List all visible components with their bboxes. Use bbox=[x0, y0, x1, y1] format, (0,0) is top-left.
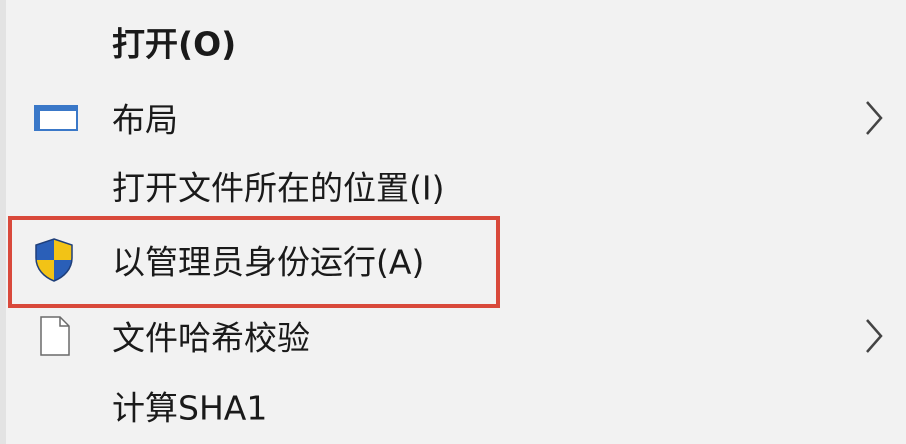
chevron-right-icon bbox=[864, 100, 884, 140]
menu-item-label: 打开(O) bbox=[112, 24, 237, 64]
uac-shield-icon bbox=[34, 238, 74, 286]
menu-item-file-hash[interactable]: 文件哈希校验 bbox=[6, 302, 906, 374]
menu-item-open-file-location[interactable]: 打开文件所在的位置(I) bbox=[6, 152, 906, 224]
context-menu: 打开(O) 布局 打开文件所在的位置(I) 以管理员身份运行(A) 文件哈希校验… bbox=[0, 0, 906, 444]
menu-item-run-as-admin[interactable]: 以管理员身份运行(A) bbox=[6, 226, 906, 298]
menu-item-compute-sha1[interactable]: 计算SHA1 bbox=[6, 372, 906, 444]
menu-item-label: 布局 bbox=[112, 100, 178, 140]
menu-item-layout[interactable]: 布局 bbox=[6, 84, 906, 156]
chevron-right-icon bbox=[864, 318, 884, 358]
file-icon bbox=[40, 316, 70, 360]
menu-item-label: 以管理员身份运行(A) bbox=[112, 242, 425, 282]
menu-item-label: 文件哈希校验 bbox=[112, 318, 310, 358]
menu-item-open[interactable]: 打开(O) bbox=[6, 8, 906, 80]
menu-item-label: 打开文件所在的位置(I) bbox=[112, 168, 445, 208]
layout-window-icon bbox=[34, 105, 78, 135]
menu-item-label: 计算SHA1 bbox=[112, 388, 268, 428]
